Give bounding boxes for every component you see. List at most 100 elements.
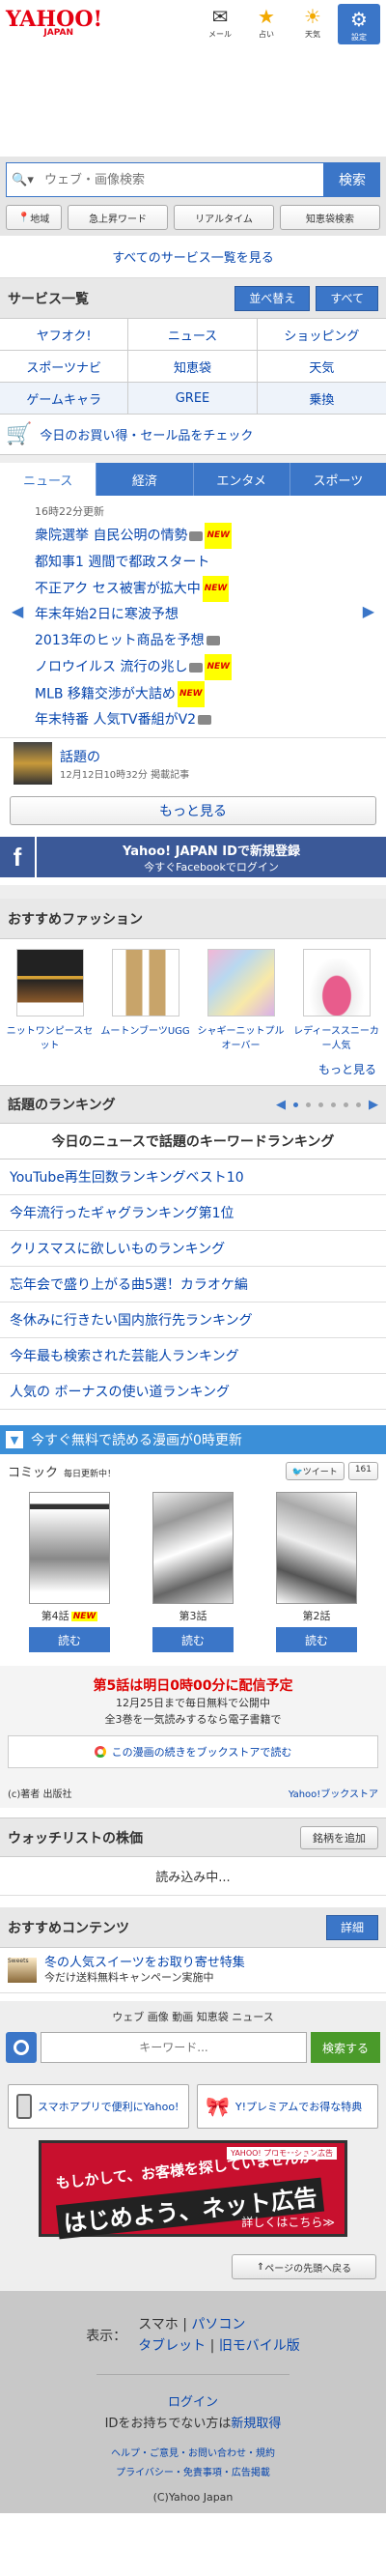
all-services-button[interactable]: すべて [316,285,378,311]
star-icon: ★ [258,5,275,28]
premium-promo[interactable]: 🎀 Y!プレミアムでお得な特典 [197,2084,378,2129]
news-item[interactable]: 年末特番 人気TV番組がV2 [35,707,351,733]
fashion-item[interactable]: ニットワンピースセット [4,949,96,1051]
ranking-item[interactable]: 人気の ボーナスの使い道ランキング [0,1374,386,1410]
prev-arrow-icon[interactable]: ◀ [276,1098,286,1112]
service-item[interactable]: スポーツナビ [0,351,129,383]
bookstore-button[interactable]: この漫画の続きをブックストアで読む [8,1735,378,1768]
mode-legacy-link[interactable]: 旧モバイル版 [219,2338,300,2354]
manga-thumbnail[interactable] [276,1492,357,1604]
mode-tablet-link[interactable]: タブレット [138,2338,206,2354]
prev-arrow-icon[interactable]: ◀ [12,602,23,620]
copyright: (C)Yahoo Japan [152,2491,234,2504]
service-item[interactable]: ショッピング [257,319,386,351]
pin-icon: 📍 [17,212,31,223]
footer-links[interactable]: ヘルプ・ご意見・お問い合わせ・規約 [111,2448,275,2459]
news-list: 衆院選挙 自民公明の情勢 NEW 都知事1 週間で都政スタート 不正アク セス被害が拡… [35,523,351,733]
page-dot[interactable] [293,1102,298,1107]
ranking-item[interactable]: クリスマスに欲しいものランキング [0,1231,386,1267]
facebook-login-banner[interactable]: f Yahoo! JAPAN IDで新規登録 今すぐFacebookでログイン [0,837,386,877]
login-link[interactable]: ログイン [168,2395,218,2410]
shopping-link[interactable]: 今日のお買い得・セール品をチェック [40,425,253,444]
new-badge: NEW [202,575,230,602]
back-to-top-button[interactable]: ⇑ ページの先頭へ戻る [232,2254,376,2279]
recommend-detail-button[interactable]: 詳細 [325,1914,378,1940]
fashion-more-link[interactable]: もっと見る [318,1063,376,1076]
manga-thumbnail[interactable] [29,1492,110,1604]
page-dot[interactable] [356,1102,361,1107]
fortune-button[interactable]: ★ 占い [245,4,288,44]
manga-episode: 第3話 読む [150,1492,236,1652]
sort-services-button[interactable]: 並べ替え [234,285,311,311]
tweet-button[interactable]: 🐦ツイート [285,1462,345,1480]
trending-button[interactable]: 急上昇ワード [68,205,169,230]
service-item[interactable]: ニュース [128,319,258,351]
footer-links[interactable]: プライバシー・免責事項・広告掲載 [116,2468,270,2478]
news-item[interactable]: 2013年のヒット商品を予想 [35,628,351,654]
shopping-row[interactable]: 🛒 今日のお買い得・セール品をチェック [0,415,386,455]
ranking-item[interactable]: 今年流行ったギャグランキング第1位 [0,1195,386,1231]
manga-header[interactable]: ▼ 今すぐ無料で読める漫画が0時更新 [0,1425,386,1454]
next-arrow-icon[interactable]: ▶ [363,602,374,620]
ranking-item[interactable]: YouTube再生回数ランキングベスト10 [0,1159,386,1195]
tab-news[interactable]: ニュース [0,463,96,496]
ranking-item[interactable]: 冬休みに行きたい国内旅行先ランキング [0,1302,386,1338]
all-services-link[interactable]: すべてのサービス一覧を見る [112,251,274,266]
services-title: サービス一覧 [8,291,89,307]
read-button[interactable]: 読む [152,1627,234,1652]
app-promo[interactable]: スマホアプリで便利にYahoo! [8,2084,189,2129]
bottom-search-button[interactable]: 検索する [311,2032,380,2063]
bottom-search-input[interactable] [41,2032,307,2063]
service-item[interactable]: 乗換 [257,383,386,415]
bookstore-link[interactable]: Yahoo!ブックストア [289,1786,378,1800]
mode-pc-link[interactable]: パソコン [191,2317,245,2333]
topic-item[interactable]: 話題の 12月12日10時32分 掲載記事 [0,737,386,788]
recommend-item[interactable]: Sweets 冬の人気スイーツをお取り寄せ特集 今だけ送料無料キャンペーン実施中 [0,1948,386,1993]
chiebukuro-search-button[interactable]: 知恵袋検索 [280,205,380,230]
service-item[interactable]: 天気 [257,351,386,383]
service-item[interactable]: 知恵袋 [128,351,258,383]
news-item[interactable]: 衆院選挙 自民公明の情勢 NEW [35,523,351,550]
read-button[interactable]: 読む [276,1627,357,1652]
news-item[interactable]: 都知事1 週間で都政スタート [35,550,351,576]
news-item[interactable]: 不正アク セス被害が拡大中 NEW [35,575,351,603]
tab-sports[interactable]: スポーツ [289,463,386,496]
add-stock-button[interactable]: 銘柄を追加 [300,1825,378,1849]
service-item[interactable]: ヤフオク! [0,319,129,351]
local-button[interactable]: 📍 地域 [6,205,63,230]
service-item[interactable]: GREE [128,383,258,415]
page-dot[interactable] [331,1102,336,1107]
manga-thumbnail[interactable] [152,1492,234,1604]
ranking-item[interactable]: 今年最も検索された芸能人ランキング [0,1338,386,1374]
read-button[interactable]: 読む [29,1627,110,1652]
settings-button[interactable]: ⚙ 設定 [338,4,380,44]
news-more-button[interactable]: もっと見る [10,796,376,825]
ad-banner[interactable]: YAHOO! プロモーション広告 もしかして、お客様を探していませんか？ はじめ… [39,2140,347,2240]
search-input[interactable] [39,162,324,197]
search-type-links[interactable]: ウェブ 画像 動画 知恵袋 ニュース [6,2009,380,2024]
page-dot[interactable] [318,1102,323,1107]
service-item[interactable]: ゲームキャラ [0,383,129,415]
weather-button[interactable]: ☀ 天気 [291,4,334,44]
fashion-item[interactable]: ムートンブーツUGG [99,949,192,1051]
mode-smartphone: スマホ [138,2317,179,2333]
next-arrow-icon[interactable]: ▶ [369,1098,378,1112]
register-link[interactable]: 新規取得 [231,2417,281,2431]
search-button[interactable]: 検索 [324,162,380,197]
news-item[interactable]: MLB 移籍交渉が大詰め NEW [35,680,351,708]
page-dot[interactable] [344,1102,348,1107]
page-dot[interactable] [306,1102,311,1107]
yahoo-logo[interactable]: YAHOO! JAPAN [6,9,102,38]
tab-entertainment[interactable]: エンタメ [192,463,290,496]
ranking-item[interactable]: 忘年会で盛り上がる曲5選！カラオケ編 [0,1267,386,1302]
fashion-item[interactable]: レディーススニーカー人気 [290,949,383,1051]
search-icon: 🔍▾ [6,162,39,197]
mail-button[interactable]: ✉ メール [199,4,241,44]
fashion-item[interactable]: シャギーニットプルオーバー [195,949,288,1051]
realtime-button[interactable]: リアルタイム [174,205,275,230]
news-item[interactable]: ノロウイルス 流行の兆し NEW [35,654,351,681]
news-item[interactable]: 年末年始2日に寒波予想 [35,602,351,628]
camera-icon [189,530,204,541]
tab-economy[interactable]: 経済 [96,463,192,496]
header: YAHOO! JAPAN ✉ メール ★ 占い ☀ 天気 ⚙ 設定 [0,0,386,48]
